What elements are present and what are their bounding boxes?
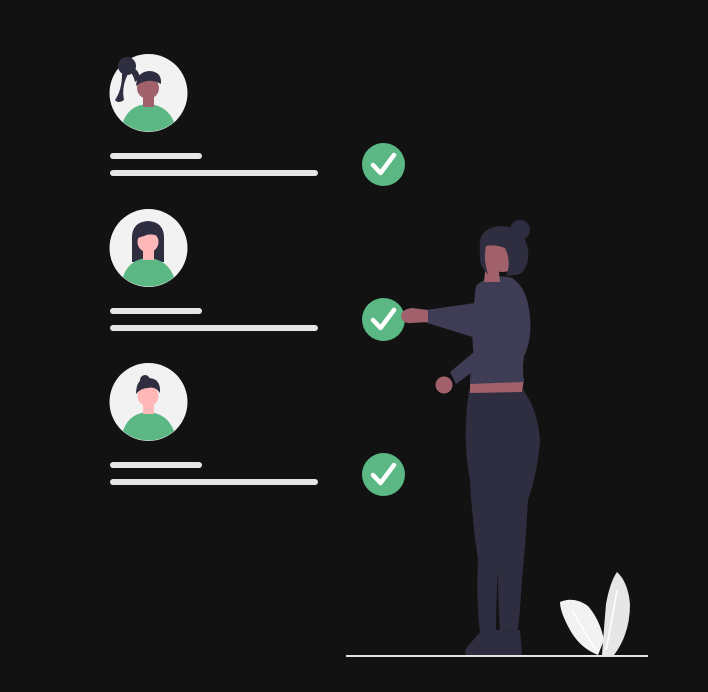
checklist-row-3: [109, 363, 405, 496]
checklist-illustration: [0, 0, 708, 692]
person-long-hair-avatar: [109, 209, 188, 287]
standing-woman-pointing: [401, 220, 540, 655]
checklist-row-1: [109, 54, 405, 186]
check-icon: [362, 298, 405, 341]
text-placeholder-lines: [110, 462, 318, 485]
ground-line: [346, 655, 648, 657]
illustration-canvas: [109, 54, 648, 657]
check-icon: [362, 143, 405, 186]
text-placeholder-lines: [110, 153, 318, 176]
check-icon: [362, 453, 405, 496]
leaf-plant: [560, 572, 630, 655]
person-ponytail-avatar: [109, 54, 188, 132]
person-short-hair-avatar: [109, 363, 188, 441]
text-placeholder-lines: [110, 308, 318, 331]
checklist-row-2: [109, 209, 405, 341]
